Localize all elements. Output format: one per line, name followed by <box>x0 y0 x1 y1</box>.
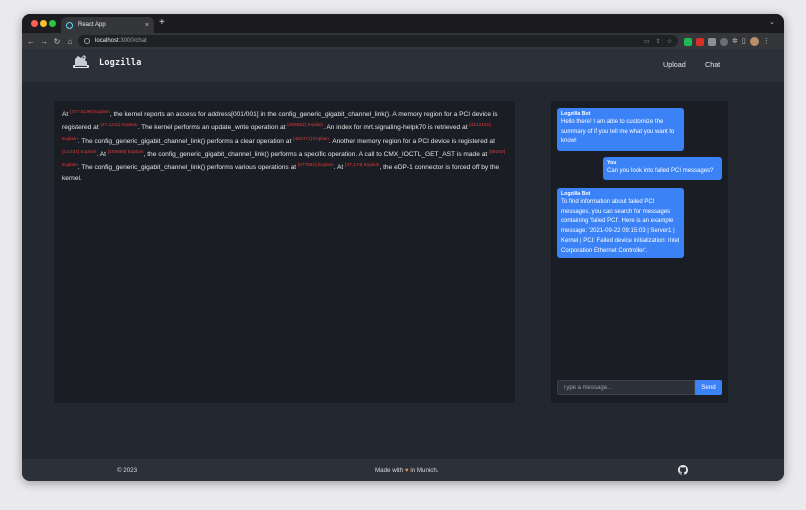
send-button[interactable]: Send <box>695 380 722 395</box>
site-info-icon[interactable] <box>84 38 90 44</box>
log-summary-panel: At [477.5196] Explain, the kernel report… <box>54 101 515 403</box>
made-with-suffix: in Munich. <box>408 467 439 474</box>
chat-message-user: You Can you look into failed PCI message… <box>603 157 722 180</box>
log-summary-text: At [477.5196] Explain, the kernel report… <box>62 107 507 185</box>
log-text-segment: . An index for mrt.signaling-helpk70 is … <box>323 124 470 132</box>
back-arrow-icon[interactable]: ← <box>25 37 37 46</box>
chat-message-bot: Logzilla Bot Hello there! I am able to c… <box>557 108 684 151</box>
chat-panel: Logzilla Bot Hello there! I am able to c… <box>551 101 728 403</box>
url-host: localhost <box>95 38 119 44</box>
timestamp-explain-link[interactable]: [469552] Explain <box>287 123 323 128</box>
tab-title: React App <box>78 22 106 28</box>
github-icon[interactable] <box>678 465 688 475</box>
forward-arrow-icon[interactable]: → <box>38 37 50 46</box>
bookmark-star-icon[interactable]: ☆ <box>667 38 672 45</box>
log-text-segment: . The config_generic_gigabit_channel_lin… <box>77 137 294 145</box>
browser-toolbar: ← → ↻ ⌂ localhost:3000/chat ▭ ⇪ ☆ ✲ ▯ ⋮ <box>22 33 784 49</box>
message-text: To find information about failed PCI mes… <box>561 199 680 254</box>
react-favicon-icon <box>66 21 73 29</box>
made-with-prefix: Made with <box>375 467 405 474</box>
home-icon[interactable]: ⌂ <box>64 37 76 46</box>
made-with-text: Made with ♥ in Munich. <box>375 467 439 474</box>
timestamp-explain-link[interactable]: [47.1231] Explain <box>100 123 137 128</box>
cast-icon[interactable]: ▭ <box>644 38 650 45</box>
timestamp-explain-link[interactable]: [482471] Explain <box>293 137 329 142</box>
browser-tab[interactable]: React App × <box>61 17 154 33</box>
chat-message-bot: Logzilla Bot To find information about f… <box>557 188 684 258</box>
footer: © 2023 Made with ♥ in Munich. <box>22 459 784 481</box>
profile-avatar[interactable] <box>749 37 759 46</box>
log-text-segment: At <box>62 111 71 118</box>
message-sender: Logzilla Bot <box>561 191 591 197</box>
share-icon[interactable]: ⇪ <box>656 38 661 45</box>
minimize-window-button[interactable] <box>40 20 47 27</box>
timestamp-explain-link[interactable]: [47,174] Explain <box>345 163 379 168</box>
brand-title: Logzilla <box>99 58 142 68</box>
copyright-text: © 2023 <box>117 467 138 474</box>
log-text-segment: . The config_generic_gigabit_channel_lin… <box>77 164 298 172</box>
browser-window: React App × + ⌄ ← → ↻ ⌂ localhost:3000/c… <box>22 14 784 481</box>
new-tab-button[interactable]: + <box>159 16 165 30</box>
log-text-segment: . Another memory region for a PCI device… <box>328 137 495 145</box>
url-path: :3000/chat <box>118 38 147 44</box>
log-text-segment: . At <box>96 150 108 158</box>
log-text-segment: , the config_generic_gigabit_channel_lin… <box>143 150 490 158</box>
side-panel-icon[interactable]: ▯ <box>742 38 746 46</box>
maximize-window-button[interactable] <box>49 20 56 27</box>
timestamp-explain-link[interactable]: [4,5101] Explain <box>62 150 96 155</box>
nav-upload-link[interactable]: Upload <box>663 60 686 69</box>
nav-chat-link[interactable]: Chat <box>705 60 720 69</box>
extension-red-icon[interactable] <box>696 37 704 46</box>
extension-green-icon[interactable] <box>684 37 692 46</box>
message-text: Hello there! I am able to customize the … <box>561 119 675 145</box>
app-navbar: Logzilla Upload Chat <box>22 49 784 82</box>
message-sender: Logzilla Bot <box>561 111 591 117</box>
extensions-puzzle-icon[interactable]: ✲ <box>732 38 738 46</box>
message-sender: You <box>607 160 617 166</box>
log-text-segment: . The kernel performs an update_write op… <box>137 124 288 132</box>
message-text: Can you look into failed PCI messages? <box>607 168 714 174</box>
timestamp-explain-link[interactable]: [477.5196] Explain <box>70 110 110 115</box>
reload-icon[interactable]: ↻ <box>51 37 63 46</box>
extension-circle-icon[interactable] <box>720 37 728 46</box>
logzilla-logo-icon <box>73 55 89 68</box>
log-text-segment: . At <box>333 164 346 172</box>
tab-bar: React App × + ⌄ <box>22 14 784 33</box>
tab-close-icon[interactable]: × <box>145 22 149 29</box>
tab-search-chevron-icon[interactable]: ⌄ <box>769 18 775 26</box>
browser-menu-icon[interactable]: ⋮ <box>763 38 770 46</box>
address-bar[interactable]: localhost:3000/chat ▭ ⇪ ☆ <box>78 35 678 47</box>
extension-shield-icon[interactable] <box>708 37 716 46</box>
close-window-button[interactable] <box>31 20 38 27</box>
timestamp-explain-link[interactable]: [477581] Explain <box>298 163 334 168</box>
chat-message-input[interactable] <box>557 380 695 395</box>
timestamp-explain-link[interactable]: [458668] Explain <box>108 150 144 155</box>
